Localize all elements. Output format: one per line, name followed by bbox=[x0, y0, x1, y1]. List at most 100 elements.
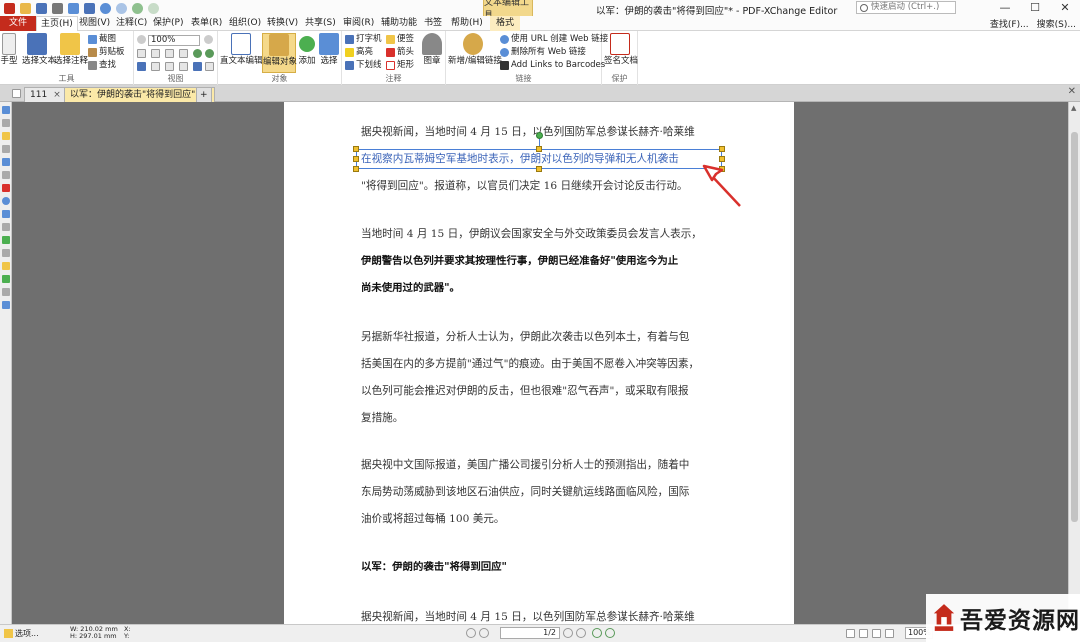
tab-close-icon[interactable]: × bbox=[53, 90, 61, 100]
paragraph-3[interactable]: 另据新华社报道，分析人士认为，伊朗此次袭击以色列本土，有着与包 括美国在内的多方… bbox=[361, 324, 721, 432]
maximize-icon[interactable]: ☐ bbox=[1020, 0, 1050, 16]
select-button[interactable]: 选择 bbox=[318, 33, 340, 66]
order-panel-icon[interactable] bbox=[2, 275, 10, 283]
info-panel-icon[interactable] bbox=[2, 288, 10, 296]
use-url-link-button[interactable]: 使用 URL 创建 Web 链接 bbox=[500, 34, 608, 44]
rotate-handle[interactable] bbox=[536, 132, 543, 139]
tab-organize[interactable]: 组织(O) bbox=[229, 16, 261, 31]
highlight-button[interactable]: 高亮 bbox=[345, 47, 373, 57]
two-page-view-icon[interactable] bbox=[872, 629, 881, 638]
history-back-icon[interactable] bbox=[592, 628, 602, 638]
tab-help[interactable]: 帮助(H) bbox=[451, 16, 483, 31]
snapshot-button[interactable]: 截图 bbox=[88, 34, 116, 44]
note-button[interactable]: 便签 bbox=[386, 34, 414, 44]
paragraph-5[interactable]: 据央视新闻，当地时间 4 月 15 日，以色列国防军总参谋长赫齐·哈莱维 bbox=[361, 604, 721, 624]
attachments-panel-icon[interactable] bbox=[2, 145, 10, 153]
pdf-page[interactable]: 据央视新闻，当地时间 4 月 15 日，以色列国防军总参谋长赫齐·哈莱维 在视察… bbox=[284, 102, 794, 624]
articles-panel-icon[interactable] bbox=[2, 236, 10, 244]
sign-document-button[interactable]: 签名文档 bbox=[604, 33, 638, 66]
paragraph-4[interactable]: 据央视中文国际报道，美国广播公司援引分析人士的预测指出，随着中 东局势动荡威胁到… bbox=[361, 452, 721, 533]
paragraph-2[interactable]: 当地时间 4 月 15 日，伊朗议会国家安全与外交政策委员会发言人表示， bbox=[361, 221, 721, 248]
resize-handle-tr[interactable] bbox=[719, 146, 725, 152]
last-page-icon[interactable] bbox=[576, 628, 586, 638]
tab-home[interactable]: 主页(H) bbox=[36, 16, 78, 31]
scan-icon[interactable] bbox=[84, 2, 95, 14]
page-number-input[interactable]: 1/2 bbox=[500, 627, 560, 639]
forward-icon[interactable] bbox=[148, 2, 159, 14]
tab-comment[interactable]: 注释(C) bbox=[116, 16, 147, 31]
search-panel-icon[interactable] bbox=[2, 262, 10, 270]
edit-object-button[interactable]: 编辑对象 bbox=[262, 33, 297, 73]
tags-panel-icon[interactable] bbox=[2, 210, 10, 218]
new-link-button[interactable]: 新增/编辑链接 bbox=[448, 33, 502, 66]
tab-file[interactable]: 文件 bbox=[0, 16, 37, 31]
paragraph-2-bold[interactable]: 伊朗警告以色列并要求其按理性行事，伊朗已经准备好"使用迄今为止 尚未使用过的武器… bbox=[361, 248, 721, 302]
document-canvas[interactable]: 据央视新闻，当地时间 4 月 15 日，以色列国防军总参谋长赫齐·哈莱维 在视察… bbox=[12, 102, 1068, 624]
clipboard-button[interactable]: 剪贴板 bbox=[88, 47, 125, 57]
destinations-panel-icon[interactable] bbox=[2, 171, 10, 179]
page-icon[interactable] bbox=[137, 49, 146, 58]
rectangle-button[interactable]: 矩形 bbox=[386, 60, 414, 70]
resize-handle-tl[interactable] bbox=[353, 146, 359, 152]
minimize-icon[interactable]: — bbox=[990, 0, 1020, 16]
edit-text-button[interactable]: 直文本编辑 bbox=[220, 33, 263, 66]
remove-web-links-button[interactable]: 删除所有 Web 链接 bbox=[500, 47, 586, 57]
resize-handle-tm[interactable] bbox=[536, 146, 542, 152]
layers-icon[interactable] bbox=[165, 62, 174, 71]
search-button[interactable]: 搜索(S)... bbox=[1037, 17, 1076, 30]
section-heading[interactable]: 以军：伊朗的袭击"将得到回应" bbox=[361, 554, 721, 581]
stamp-button[interactable]: 图章 bbox=[420, 33, 444, 66]
tab-convert[interactable]: 转换(V) bbox=[267, 16, 298, 31]
tab-close-all-icon[interactable]: ✕ bbox=[1068, 86, 1076, 97]
email-icon[interactable] bbox=[68, 2, 79, 14]
signatures-panel-icon[interactable] bbox=[2, 184, 10, 192]
add-barcode-links-button[interactable]: Add Links to Barcodes bbox=[500, 60, 605, 70]
pages-panel-icon[interactable] bbox=[2, 119, 10, 127]
fit-width-icon[interactable] bbox=[165, 49, 174, 58]
scroll-up-icon[interactable]: ▲ bbox=[1071, 104, 1076, 112]
zoom-out-icon[interactable] bbox=[137, 35, 146, 44]
arrow-button[interactable]: 箭头 bbox=[386, 47, 414, 57]
history-forward-icon[interactable] bbox=[605, 628, 615, 638]
tab-view[interactable]: 视图(V) bbox=[79, 16, 110, 31]
vertical-scrollbar[interactable]: ▲ ▼ bbox=[1068, 102, 1080, 624]
add-button[interactable]: 添加 bbox=[296, 33, 318, 66]
signature-panel-icon[interactable] bbox=[193, 62, 202, 71]
doc-tab-article[interactable]: 以军：伊朗的袭击"将得到回应"× bbox=[64, 87, 215, 102]
save-icon[interactable] bbox=[36, 2, 47, 14]
redo-icon[interactable] bbox=[116, 2, 127, 14]
doc-tab-111[interactable]: 111 × bbox=[24, 87, 67, 102]
single-page-view-icon[interactable] bbox=[846, 629, 855, 638]
tab-share[interactable]: 共享(S) bbox=[305, 16, 336, 31]
fit-page-icon[interactable] bbox=[151, 49, 160, 58]
print-icon[interactable] bbox=[52, 2, 63, 14]
tab-protect[interactable]: 保护(P) bbox=[153, 16, 183, 31]
scroll-thumb[interactable] bbox=[1071, 132, 1078, 522]
first-page-icon[interactable] bbox=[466, 628, 476, 638]
back-icon[interactable] bbox=[132, 2, 143, 14]
continuous-view-icon[interactable] bbox=[859, 629, 868, 638]
underline-button[interactable]: 下划线 bbox=[345, 60, 382, 70]
select-annot-button[interactable]: 选择注释 bbox=[54, 33, 88, 66]
fields-panel-icon[interactable] bbox=[2, 223, 10, 231]
open-icon[interactable] bbox=[20, 2, 31, 14]
comments-panel-icon[interactable] bbox=[2, 132, 10, 140]
properties-panel-icon[interactable] bbox=[2, 249, 10, 257]
layers-panel-icon[interactable] bbox=[2, 158, 10, 166]
history-panel-icon[interactable] bbox=[2, 301, 10, 309]
tab-bookmarks[interactable]: 书签 bbox=[424, 16, 442, 31]
zoom-in-icon[interactable] bbox=[204, 35, 213, 44]
close-icon[interactable]: ✕ bbox=[1050, 0, 1080, 16]
tab-form[interactable]: 表单(R) bbox=[191, 16, 222, 31]
resize-handle-bl[interactable] bbox=[353, 166, 359, 172]
properties-icon[interactable] bbox=[205, 62, 214, 71]
options-button[interactable]: 选项... bbox=[4, 628, 39, 639]
resize-handle-ml[interactable] bbox=[353, 156, 359, 162]
zoom-input[interactable]: 100% bbox=[148, 35, 200, 46]
tab-accessibility[interactable]: 辅助功能 bbox=[381, 16, 417, 31]
find-button[interactable]: 查找(F)... bbox=[990, 17, 1029, 30]
rotate-right-icon[interactable] bbox=[205, 49, 214, 58]
two-page-continuous-icon[interactable] bbox=[885, 629, 894, 638]
tab-format[interactable]: 格式 bbox=[490, 16, 521, 31]
bookmark-icon[interactable] bbox=[137, 62, 146, 71]
